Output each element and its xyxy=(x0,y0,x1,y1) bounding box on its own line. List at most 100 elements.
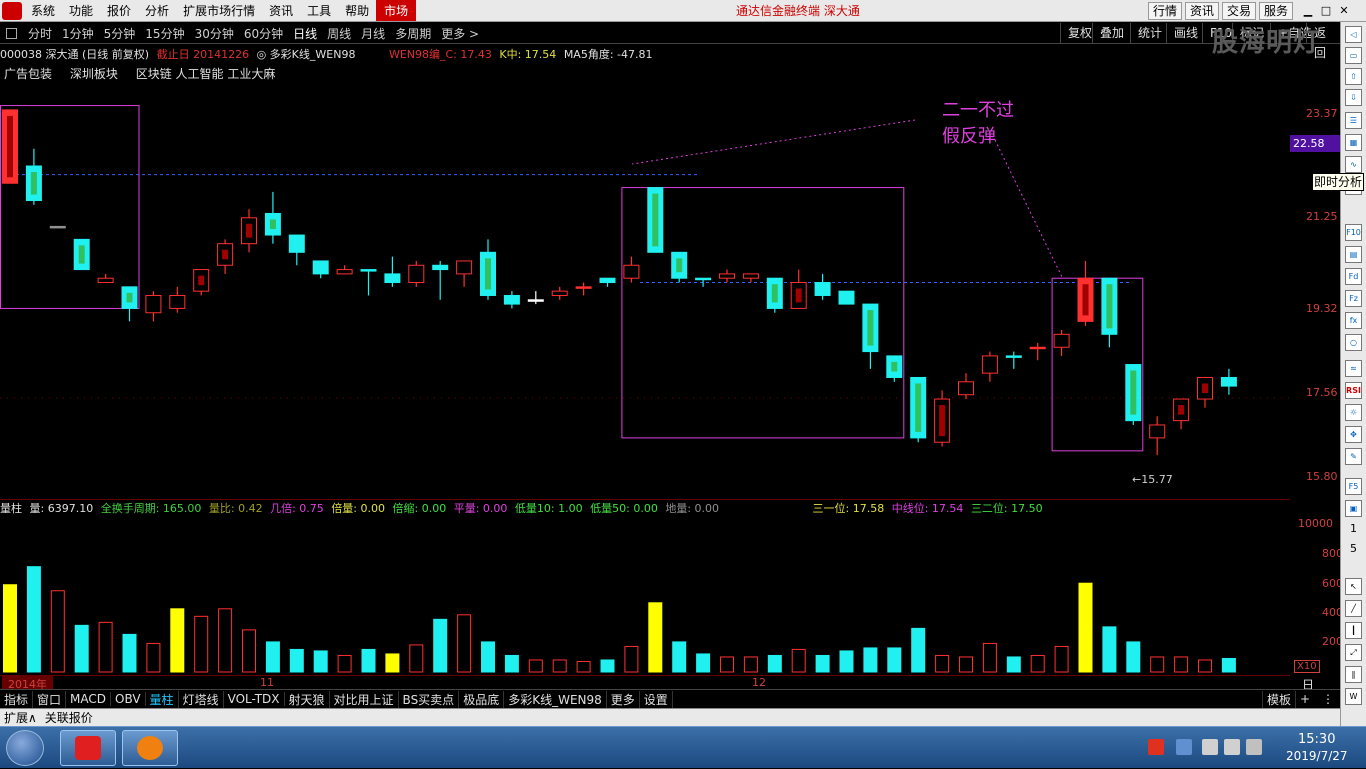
tab-indicator[interactable]: 指标 xyxy=(0,690,34,708)
menu-item-quote[interactable]: 报价 xyxy=(100,2,138,19)
circle-icon[interactable]: ○ xyxy=(1345,334,1362,351)
tab-duocai-kline[interactable]: 多彩K线_WEN98 xyxy=(504,690,607,708)
period-1min[interactable]: 1分钟 xyxy=(57,25,99,42)
menu-item-market[interactable]: 市场 xyxy=(376,0,417,21)
tab-volume-bar[interactable]: 量柱 xyxy=(146,690,179,708)
template-button[interactable]: 模板 xyxy=(1262,690,1297,708)
volume-icon[interactable] xyxy=(1246,739,1262,755)
overlay-button[interactable]: 叠加 xyxy=(1092,23,1131,43)
tab-vol-tdx[interactable]: VOL-TDX xyxy=(224,692,285,706)
fz-icon[interactable]: Fz xyxy=(1345,290,1362,307)
tab-scroll-icon[interactable]: ⋮ xyxy=(1322,692,1334,706)
close-icon[interactable]: ✕ xyxy=(1336,3,1352,19)
extend-toggle[interactable]: 扩展∧ xyxy=(0,709,41,726)
zoom-out-icon[interactable]: ▭ xyxy=(1345,47,1362,64)
period-15min[interactable]: 15分钟 xyxy=(140,25,189,42)
draw-line-button[interactable]: 画线 xyxy=(1166,23,1205,43)
tab-obv[interactable]: OBV xyxy=(111,692,146,706)
candle-inner-bar xyxy=(7,115,13,178)
network-icon[interactable] xyxy=(1176,739,1192,755)
grid-icon[interactable]: ▦ xyxy=(1345,134,1362,151)
related-quote-button[interactable]: 关联报价 xyxy=(41,709,97,726)
list-icon[interactable]: ☰ xyxy=(1345,112,1362,129)
formula-icon[interactable]: Fd xyxy=(1345,268,1362,285)
minimize-icon[interactable]: ▁ xyxy=(1300,3,1316,19)
line-tool-icon[interactable]: ╱ xyxy=(1345,600,1362,617)
period-timeshare[interactable]: 分时 xyxy=(23,25,57,42)
device-icon[interactable] xyxy=(1202,739,1218,755)
pencil-icon[interactable]: ✎ xyxy=(1345,448,1362,465)
period-multi[interactable]: 多周期 xyxy=(390,25,436,42)
news-button[interactable]: 资讯 xyxy=(1185,2,1220,20)
rsi-icon[interactable]: RSI xyxy=(1345,382,1362,399)
vertical-line-icon[interactable]: ┃ xyxy=(1345,622,1362,639)
f10-icon[interactable]: F10 xyxy=(1345,224,1362,241)
tab-more[interactable]: 更多 xyxy=(607,690,640,708)
tab-macd[interactable]: MACD xyxy=(66,692,112,706)
panel-icon[interactable]: ▣ xyxy=(1345,500,1362,517)
monitor-icon[interactable] xyxy=(1224,739,1240,755)
f5-icon[interactable]: F5 xyxy=(1345,478,1362,495)
wave-icon[interactable]: ≈ xyxy=(1345,360,1362,377)
move-icon[interactable]: ✥ xyxy=(1345,426,1362,443)
start-button-icon[interactable] xyxy=(6,730,44,766)
panel-toggle-checkbox[interactable] xyxy=(6,27,17,39)
back-arrow-icon[interactable]: ◁ xyxy=(1345,26,1362,43)
layout-count[interactable]: 1 xyxy=(1350,522,1357,535)
menu-item-help[interactable]: 帮助 xyxy=(338,2,376,19)
menu-item-news[interactable]: 资讯 xyxy=(262,2,300,19)
volume-bar xyxy=(767,654,782,673)
taskbar-app-browser[interactable] xyxy=(122,730,178,766)
w-tool-icon[interactable]: W xyxy=(1345,688,1362,705)
menu-item-tools[interactable]: 工具 xyxy=(300,2,338,19)
taskbar-app-tdx[interactable] xyxy=(60,730,116,766)
volume-indicator-name[interactable]: 量柱 xyxy=(0,502,22,515)
sun-icon[interactable]: ☼ xyxy=(1345,404,1362,421)
tab-compare-sh[interactable]: 对比用上证 xyxy=(330,690,399,708)
period-weekly[interactable]: 周线 xyxy=(322,25,356,42)
calendar-icon[interactable]: ▤ xyxy=(1345,246,1362,263)
add-tab-icon[interactable]: + xyxy=(1300,692,1310,706)
candle-body xyxy=(169,294,186,309)
volume-bar xyxy=(26,566,41,673)
period-monthly[interactable]: 月线 xyxy=(356,25,390,42)
candle-body xyxy=(695,277,712,281)
tab-settings[interactable]: 设置 xyxy=(640,690,673,708)
volume-bar xyxy=(696,653,711,673)
line-chart-icon[interactable]: ∿ xyxy=(1345,156,1362,173)
quote-button[interactable]: 行情 xyxy=(1148,2,1183,20)
period-30min[interactable]: 30分钟 xyxy=(190,25,239,42)
candle-inner-bar xyxy=(269,219,276,230)
period-more[interactable]: 更多 > xyxy=(436,25,484,42)
menu-item-system[interactable]: 系统 xyxy=(24,2,62,19)
clock-date[interactable]: 2019/7/27 xyxy=(1286,749,1348,763)
period-60min[interactable]: 60分钟 xyxy=(239,25,288,42)
half-value: 倍缩: 0.00 xyxy=(392,502,447,515)
extension-bar: 扩展∧ 关联报价 xyxy=(0,708,1340,726)
ray-tool-icon[interactable]: ⤢ xyxy=(1345,644,1362,661)
statistics-button[interactable]: 统计 xyxy=(1130,23,1169,43)
menu-item-analysis[interactable]: 分析 xyxy=(138,2,176,19)
service-button[interactable]: 服务 xyxy=(1259,2,1294,20)
layout-count[interactable]: 5 xyxy=(1350,542,1357,555)
tab-jipindi[interactable]: 极品底 xyxy=(459,690,505,708)
clock-time[interactable]: 15:30 xyxy=(1298,732,1335,747)
scroll-down-icon[interactable]: ⇩ xyxy=(1345,89,1362,106)
cursor-icon[interactable]: ↖ xyxy=(1345,578,1362,595)
tab-window[interactable]: 窗口 xyxy=(33,690,67,708)
fx-icon[interactable]: fx xyxy=(1345,312,1362,329)
menu-item-function[interactable]: 功能 xyxy=(62,2,100,19)
maximize-icon[interactable]: □ xyxy=(1318,3,1334,19)
volume-bar xyxy=(887,647,902,673)
period-daily[interactable]: 日线 xyxy=(288,25,322,42)
tab-bs-points[interactable]: BS买卖点 xyxy=(399,690,460,708)
trade-button[interactable]: 交易 xyxy=(1222,2,1257,20)
period-5min[interactable]: 5分钟 xyxy=(99,25,141,42)
menu-item-extended-market[interactable]: 扩展市场行情 xyxy=(176,2,262,19)
scroll-up-icon[interactable]: ⇧ xyxy=(1345,68,1362,85)
tab-sheitianlang[interactable]: 射天狼 xyxy=(285,690,330,708)
input-method-icon[interactable] xyxy=(1148,739,1164,755)
kline-chart[interactable] xyxy=(0,44,1290,676)
tab-lighthouse[interactable]: 灯塔线 xyxy=(179,690,224,708)
parallel-tool-icon[interactable]: ∥ xyxy=(1345,666,1362,683)
